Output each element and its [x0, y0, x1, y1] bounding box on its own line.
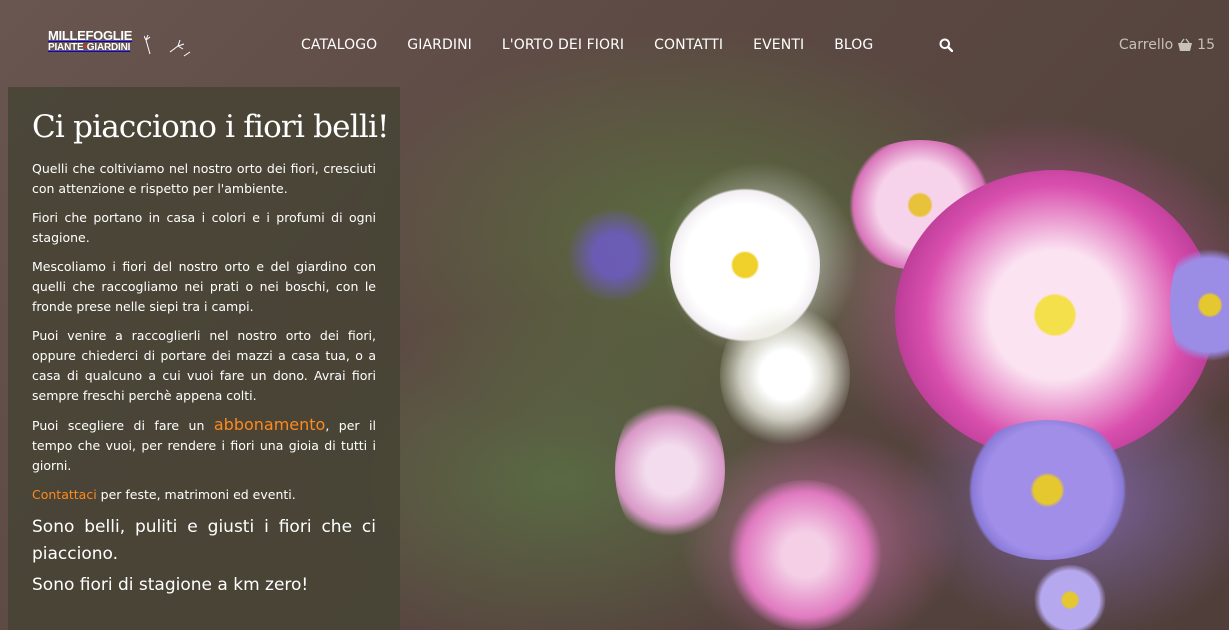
logo-wordmark: MILLEFOGLIE	[48, 28, 133, 43]
cart-count: 15	[1197, 37, 1215, 53]
nav-contatti[interactable]: CONTATTI	[654, 37, 723, 53]
site-header: MILLEFOGLIE PIANTE•GIARDINI CATALOGO GIA…	[0, 0, 1229, 88]
dandelion-seed-icon	[144, 34, 191, 57]
intro-panel: Ci piacciono i fiori belli! Quelli che c…	[8, 87, 400, 630]
nav-catalogo[interactable]: CATALOGO	[301, 37, 377, 53]
flower-pale-pink	[615, 390, 725, 550]
search-icon[interactable]	[939, 38, 953, 52]
cart-label: Carrello	[1118, 37, 1174, 53]
nav-giardini[interactable]: GIARDINI	[407, 37, 472, 53]
logo-subtitle-left: PIANTE	[48, 42, 84, 53]
intro-paragraph-5: Puoi scegliere di fare un abbonamento, p…	[32, 415, 376, 476]
p6-text-after: per feste, matrimoni ed eventi.	[96, 487, 296, 502]
lead-text-1: Sono belli, puliti e giusti i fiori che …	[32, 517, 376, 564]
intro-paragraph-1: Quelli che coltiviamo nel nostro orto de…	[32, 161, 376, 196]
page-title: Ci piacciono i fiori belli!	[32, 109, 390, 145]
intro-paragraph-2: Fiori che portano in casa i colori e i p…	[32, 210, 376, 245]
intro-paragraph-3: Mescoliamo i fiori del nostro orto e del…	[32, 259, 376, 314]
basket-icon	[1178, 38, 1193, 51]
nav-blog[interactable]: BLOG	[834, 37, 873, 53]
contact-link[interactable]: Contattaci	[32, 487, 97, 502]
main-nav: CATALOGO GIARDINI L'ORTO DEI FIORI CONTA…	[301, 37, 903, 53]
flower-pink-bottom	[720, 480, 890, 630]
flower-queen-annes-lace	[720, 300, 850, 450]
flower-purple	[560, 210, 670, 300]
logo-subtitle: PIANTE•GIARDINI	[48, 42, 152, 53]
nav-orto-dei-fiori[interactable]: L'ORTO DEI FIORI	[502, 37, 624, 53]
p5-text-before: Puoi scegliere di fare un	[32, 418, 214, 433]
site-logo[interactable]: MILLEFOGLIE PIANTE•GIARDINI	[48, 28, 191, 60]
intro-paragraph-4: Puoi venire a raccoglierli nel nostro or…	[32, 328, 376, 403]
flower-pink-cosmos	[895, 170, 1215, 460]
logo-subtitle-right: GIARDINI	[86, 42, 131, 53]
cart-link[interactable]: Carrello 15	[1119, 37, 1215, 53]
lead-text-2: Sono fiori di stagione a km zero!	[32, 575, 309, 595]
subscription-link[interactable]: abbonamento	[214, 415, 325, 434]
intro-paragraph-6: Contattaci per feste, matrimoni ed event…	[32, 485, 376, 505]
flower-aster-bottom	[1030, 565, 1110, 630]
nav-eventi[interactable]: EVENTI	[753, 37, 804, 53]
flower-aster	[955, 420, 1140, 560]
